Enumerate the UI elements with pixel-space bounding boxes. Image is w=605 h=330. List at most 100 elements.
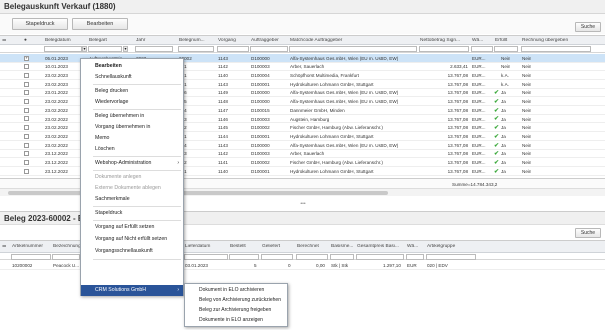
filter-gesamtpreis[interactable] [356,254,404,260]
col-vorgang[interactable]: Vorgang [218,38,248,43]
submenu-item-elo-archivieren[interactable]: Dokument in ELO archivieren [185,285,287,295]
filter-matchcode[interactable] [289,46,417,52]
menu-item-wiedervorlage[interactable]: Wiedervorlage [81,97,183,108]
filter-dropdown-icon[interactable]: ▾ [82,46,87,52]
col-basismenge[interactable]: Basisme... [331,244,353,249]
menu-item-schnellauskunft[interactable]: Schnellauskunft [81,72,183,83]
filter-nettobetrag[interactable] [419,46,469,52]
cell-vorgang: 1142 [218,64,228,70]
filter-waehrung[interactable] [471,46,493,52]
row-checkbox[interactable] [24,90,29,96]
row-checkbox[interactable] [24,133,29,139]
row-checkbox[interactable] [24,81,29,87]
filter-berechnet[interactable] [296,254,328,260]
submenu-item-elo-anzeigen[interactable]: Dokumente in ELO anzeigen [185,315,287,325]
cell-wae: EUR... [472,73,486,79]
filter-waehrung[interactable] [406,254,424,260]
row-checkbox[interactable] [24,72,29,78]
submenu-item-archivierung-zurueckziehen[interactable]: Beleg von Archivierung zurückziehen [185,295,287,305]
col-geliefert[interactable]: Geliefert [262,244,288,249]
col-belegnummer[interactable]: Belegnum... [179,38,213,43]
col-auftraggeber[interactable]: Auftraggeber [251,38,289,43]
menu-item-nicht-erfuellt-setzen[interactable]: Vorgang auf Nicht erfüllt setzen [81,234,183,245]
filter-bestellt[interactable] [229,254,259,260]
col-waehrung[interactable]: Wä... [407,244,423,249]
filter-lieferdatum[interactable] [184,254,228,260]
cell-date: 23.02.2022 [45,107,68,113]
row-checkbox[interactable] [24,142,29,148]
filter-artikelgruppe[interactable] [426,254,476,260]
row-checkbox[interactable] [24,116,29,122]
menu-item-beleg-drucken[interactable]: Beleg drucken [81,86,183,97]
cell-match: Fischer GmbH, Hamburg (Abw. Lieferanschr… [290,160,383,166]
menu-item-vorgangsschnellauskunft[interactable]: Vorgangsschnellauskunft [81,246,183,257]
col-bestellt[interactable]: Bestellt [230,244,256,249]
filter-auftraggeber[interactable] [250,46,288,52]
cell-date: 23.02.2022 [45,133,68,139]
menu-icon[interactable]: ☰ [2,244,6,249]
menu-icon[interactable]: ☰ [2,38,6,43]
col-belegdatum[interactable]: Belegdatum [45,38,85,43]
select-all-icon[interactable]: ● [24,38,27,43]
cell-netto: 13.767,08 [447,116,468,122]
cell-auftraggeber: D100002 [251,160,270,166]
filter-erfuellt[interactable] [494,46,518,52]
filter-belegnummer[interactable] [178,46,214,52]
col-waehrung[interactable]: Wä... [472,38,490,43]
menu-item-memo[interactable]: Memo [81,133,183,144]
cell-netto: 13.767,08 [447,73,468,79]
row-checkbox[interactable] [24,159,29,165]
filter-artikelnummer[interactable] [11,254,51,260]
menu-item-crm-solutions[interactable]: CRM Solutions GmbH › [81,285,183,296]
search-button-top[interactable]: Suche [575,22,601,32]
menu-separator [93,220,181,221]
bearbeiten-button[interactable]: Bearbeiten [72,18,128,30]
menu-item-stapeldruck[interactable]: Stapeldruck [81,208,183,219]
cell-date: 23.02.2023 [45,81,68,87]
cell-auftraggeber: D100003 [251,64,270,70]
filter-belegdatum[interactable] [44,46,82,52]
row-checkbox[interactable] [24,99,29,104]
filter-rechnung[interactable] [521,46,591,52]
row-checkbox[interactable] [24,168,29,174]
col-artikelgruppe[interactable]: Artikelgruppe [427,244,467,249]
col-belegart[interactable]: Belegart [89,38,129,43]
menu-item-sachmerkmale[interactable]: Sachmerkmale [81,194,183,205]
cell-match: Arber, Sauerlach [290,151,325,157]
row-checkbox[interactable] [24,125,29,131]
filter-bezeichnung[interactable] [52,254,80,260]
search-button-bottom[interactable]: Suche [575,228,601,238]
filter-jahr[interactable] [135,46,173,52]
row-checkbox[interactable] [24,55,29,61]
splitter-handle[interactable]: ••• [298,202,308,207]
filter-belegart[interactable] [88,46,122,52]
col-erfuellt[interactable]: Erfüllt [495,38,515,43]
scrollbar-thumb[interactable] [8,191,388,195]
col-matchcode[interactable]: Matchcode Auftraggeber [290,38,390,43]
filter-dropdown-icon[interactable]: ▾ [123,46,128,52]
col-berechnet[interactable]: Berechnet [297,244,325,249]
filter-basismenge[interactable] [330,254,354,260]
row-checkbox[interactable] [24,64,29,70]
cell-match: Hydrokulturen Lohmann GmbH, Stuttgart [290,81,374,87]
menu-item-webshop[interactable]: Webshop-Administration › [81,158,183,169]
col-jahr[interactable]: Jahr [136,38,170,43]
col-nettobetrag[interactable]: Nettobetrag Sign... [420,38,468,43]
stapeldruck-button[interactable]: Stapeldruck [12,18,68,30]
filter-vorgang[interactable] [217,46,249,52]
menu-item-beleg-uebernehmen[interactable]: Beleg übernehmen in [81,111,183,122]
col-rechnung[interactable]: Rechnung übergeben [522,38,592,43]
col-lieferdatum[interactable]: Lieferdatum [185,244,225,249]
menu-item-erfuellt-setzen[interactable]: Vorgang auf Erfüllt setzen [81,222,183,233]
filter-geliefert[interactable] [261,254,293,260]
menu-item-bearbeiten[interactable]: Bearbeiten [81,61,183,72]
row-checkbox[interactable] [24,151,29,157]
col-artikelnummer[interactable]: Artikelnummer [12,244,48,249]
cell-netto: 13.767,08 [447,99,468,105]
col-bezeichnung[interactable]: Bezeichnung [53,244,83,249]
submenu-item-archivierung-freigeben[interactable]: Beleg zur Archivierung freigeben [185,305,287,315]
col-gesamtpreis[interactable]: Gesamtpreis Basi... [357,244,403,249]
menu-item-vorgang-uebernehmen[interactable]: Vorgang übernehmen in [81,122,183,133]
row-checkbox[interactable] [24,107,29,113]
menu-item-loeschen[interactable]: Löschen [81,144,183,155]
